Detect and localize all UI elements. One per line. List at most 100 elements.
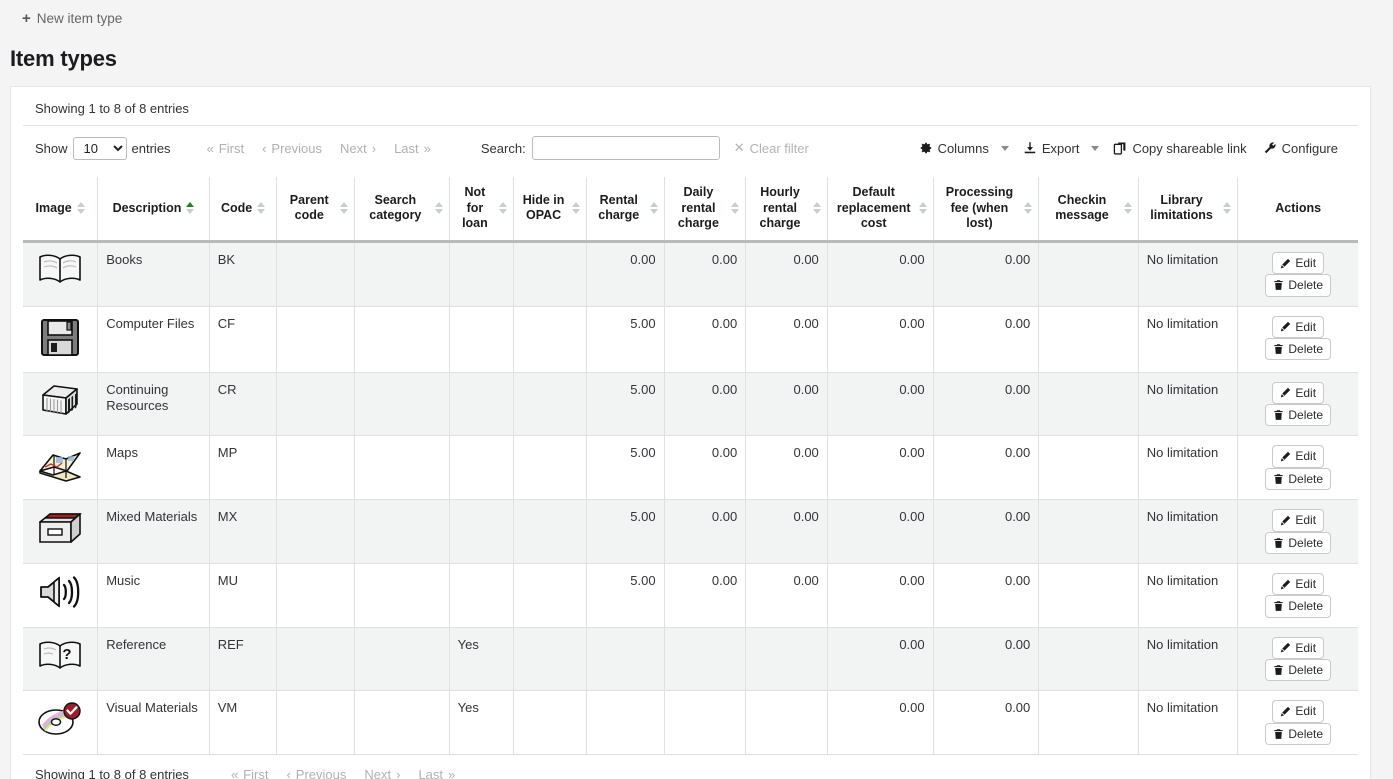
delete-button[interactable]: Delete <box>1265 403 1332 427</box>
pagination-bottom-previous-button[interactable]: ‹ Previous <box>286 767 346 779</box>
copy-icon <box>1113 141 1127 156</box>
cell-hourly-rental-charge: 0.00 <box>745 499 828 564</box>
cell-default-replacement-cost: 0.00 <box>826 563 934 628</box>
trash-icon <box>1273 409 1284 421</box>
column-header-hide-in-opac[interactable]: Hide in OPAC <box>513 177 587 243</box>
sort-arrows-icon[interactable] <box>257 202 266 215</box>
sort-arrows-icon[interactable] <box>340 202 349 215</box>
table-header-row: Image Description Code Parent code Search ca… <box>23 177 1358 243</box>
delete-button[interactable]: Delete <box>1265 531 1332 554</box>
pagination-previous-button[interactable]: ‹ Previous <box>262 141 322 156</box>
export-button[interactable]: Export <box>1015 139 1088 158</box>
column-header-rental-charge[interactable]: Rental charge <box>585 177 665 243</box>
search-label: Search: <box>480 140 526 156</box>
sort-arrows-icon[interactable] <box>1223 202 1232 215</box>
pagination-first-button[interactable]: « First <box>207 141 245 156</box>
cell-processing-fee: 0.00 <box>932 627 1039 692</box>
delete-button[interactable]: Delete <box>1265 338 1332 361</box>
delete-button[interactable]: Delete <box>1265 467 1332 491</box>
new-item-type-label: New item type <box>36 11 123 26</box>
cell-code: MU <box>208 563 277 628</box>
pencil-icon <box>1280 706 1291 717</box>
chevron-down-icon-export[interactable] <box>1091 145 1100 151</box>
column-header-code[interactable]: Code <box>208 177 277 243</box>
cell-rental-charge: 5.00 <box>585 306 665 373</box>
cell-daily-rental-charge: 0.00 <box>663 372 746 437</box>
cell-daily-rental-charge: 0.00 <box>663 241 746 307</box>
edit-button[interactable]: Edit <box>1272 445 1325 468</box>
pagination-top: « First ‹ Previous Next › Last » <box>207 141 431 156</box>
delete-label: Delete <box>1288 663 1324 678</box>
delete-label: Delete <box>1288 342 1324 357</box>
edit-button[interactable]: Edit <box>1272 315 1325 339</box>
edit-button[interactable]: Edit <box>1272 636 1325 660</box>
cell-daily-rental-charge: 0.00 <box>663 499 746 564</box>
cell-actions: Edit Delete <box>1237 372 1358 437</box>
configure-button[interactable]: Configure <box>1255 139 1346 158</box>
svg-text:?: ? <box>63 646 72 663</box>
pencil-icon <box>1280 258 1291 269</box>
trash-icon <box>1273 473 1284 485</box>
cell-rental-charge: 0.00 <box>585 241 665 307</box>
columns-button[interactable]: Columns <box>911 139 997 158</box>
page-title: Item types <box>10 46 117 71</box>
edit-button[interactable]: Edit <box>1272 509 1325 532</box>
page-length-select[interactable]: 102050100All <box>72 136 127 160</box>
cell-description: Books <box>97 241 210 307</box>
column-header-description[interactable]: Description <box>97 177 210 243</box>
cell-default-replacement-cost: 0.00 <box>826 690 934 756</box>
pagination-bottom-first-button[interactable]: « First <box>231 767 269 779</box>
cell-image <box>23 563 98 628</box>
edit-button[interactable]: Edit <box>1272 381 1325 404</box>
sort-arrows-icon[interactable] <box>499 202 508 215</box>
sort-arrows-icon[interactable] <box>918 202 927 215</box>
delete-button[interactable]: Delete <box>1265 274 1332 297</box>
edit-button[interactable]: Edit <box>1272 572 1325 596</box>
search-input[interactable] <box>531 136 720 160</box>
cell-rental-charge <box>585 690 665 756</box>
column-header-library-limitations[interactable]: Library limitations <box>1137 177 1238 243</box>
sort-arrows-icon[interactable] <box>1123 202 1132 215</box>
sort-arrows-icon[interactable] <box>731 202 740 215</box>
chevron-down-icon-columns[interactable] <box>1000 145 1009 151</box>
cell-processing-fee: 0.00 <box>932 499 1039 564</box>
pagination-bottom-last-button[interactable]: Last » <box>418 767 455 779</box>
speaker-icon <box>37 573 83 611</box>
cell-actions: Edit Delete <box>1237 690 1358 756</box>
column-header-processing-fee-when-lost[interactable]: Processing fee (when lost) <box>932 177 1039 243</box>
cell-not-for-loan: Yes <box>448 627 514 692</box>
edit-label: Edit <box>1295 576 1317 591</box>
sort-arrows-icon[interactable] <box>1024 202 1033 215</box>
copy-shareable-link-button[interactable]: Copy shareable link <box>1105 139 1254 158</box>
column-header-default-replacement-cost[interactable]: Default replacement cost <box>826 177 934 243</box>
column-header-not-for-loan[interactable]: Not for loan <box>448 177 514 243</box>
pagination-bottom-next-button[interactable]: Next › <box>364 767 400 779</box>
delete-button[interactable]: Delete <box>1265 722 1332 746</box>
column-header-checkin-message[interactable]: Checkin message <box>1038 177 1139 243</box>
column-header-search-category[interactable]: Search category <box>354 177 450 243</box>
edit-button[interactable]: Edit <box>1272 700 1325 723</box>
delete-label: Delete <box>1288 278 1324 293</box>
cell-default-replacement-cost: 0.00 <box>826 372 934 437</box>
edit-button[interactable]: Edit <box>1272 251 1325 275</box>
pagination-last-button[interactable]: Last » <box>394 141 431 156</box>
sort-arrows-icon[interactable] <box>186 202 195 215</box>
cell-code: REF <box>208 627 277 692</box>
sort-arrows-icon[interactable] <box>434 202 443 215</box>
column-header-daily-rental-charge[interactable]: Daily rental charge <box>663 177 746 243</box>
pagination-next-button[interactable]: Next › <box>340 141 376 156</box>
delete-button[interactable]: Delete <box>1265 659 1332 682</box>
new-item-type-button[interactable]: + New item type <box>22 11 122 26</box>
column-header-hourly-rental-charge[interactable]: Hourly rental charge <box>745 177 828 243</box>
delete-button[interactable]: Delete <box>1265 595 1332 618</box>
sort-arrows-icon[interactable] <box>76 202 85 215</box>
column-header-image[interactable]: Image <box>23 177 98 243</box>
sort-arrows-icon[interactable] <box>812 202 821 215</box>
clear-filter-button[interactable]: ✕ Clear filter <box>734 140 809 156</box>
double-chevron-right-icon: » <box>423 140 431 156</box>
plus-icon: + <box>22 10 31 27</box>
column-header-parent-code[interactable]: Parent code <box>276 177 355 243</box>
sort-arrows-icon[interactable] <box>649 202 658 215</box>
sort-arrows-icon[interactable] <box>571 202 580 215</box>
cell-code: MP <box>208 435 277 501</box>
